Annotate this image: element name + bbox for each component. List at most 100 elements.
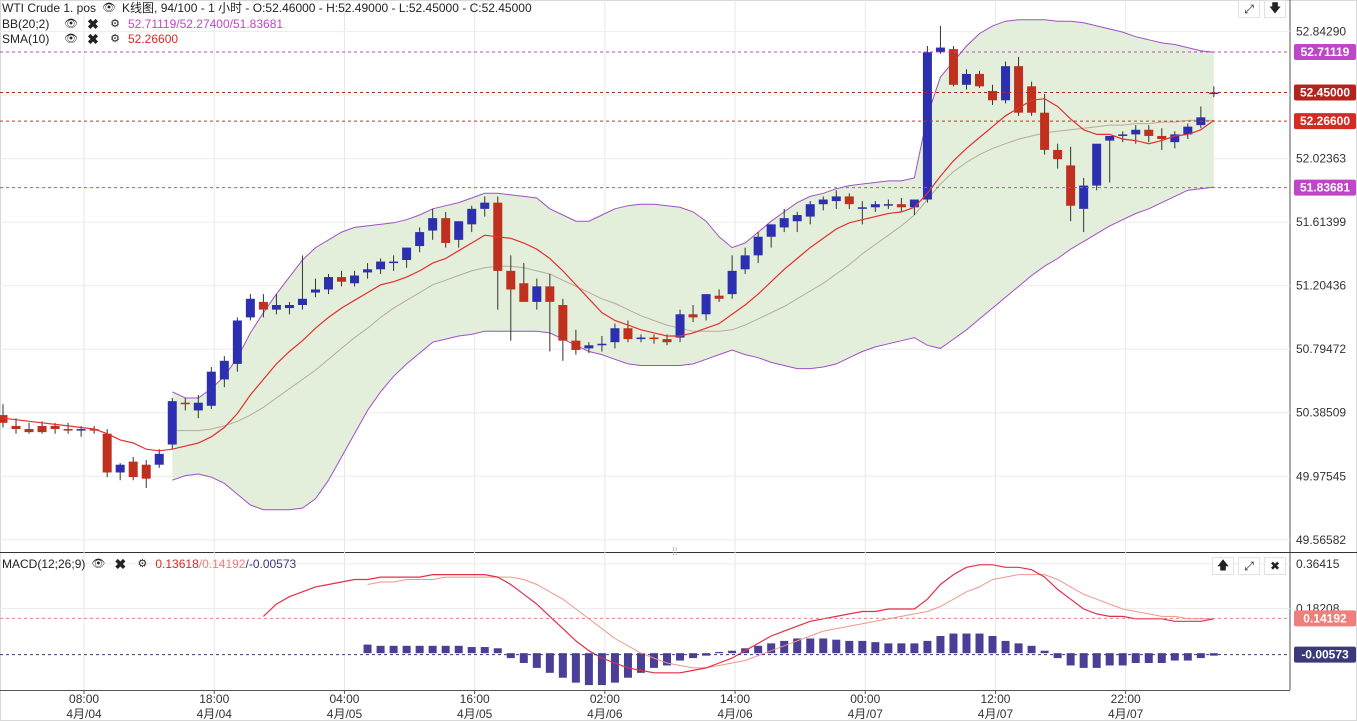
x-tick-time: 12:00 (980, 692, 1010, 706)
macd-histogram-bar (689, 653, 698, 659)
y-tick-label: 50.38509 (1296, 406, 1346, 420)
macd-histogram-bar (623, 653, 632, 678)
bb-label: BB(20;2) (2, 17, 50, 31)
x-tick-date: 4月/06 (587, 707, 623, 721)
y-tick-label: 49.97545 (1296, 469, 1346, 483)
candle-up (1001, 66, 1011, 101)
candle-up (284, 304, 294, 309)
price-tag-label: 52.45000 (1300, 86, 1350, 100)
eye-icon[interactable]: 👁 (100, 1, 118, 15)
candle-down (844, 196, 854, 205)
macd-histogram-bar (845, 640, 854, 654)
candle-down (63, 429, 73, 431)
macd-histogram-bar (949, 633, 958, 654)
candle-up (454, 221, 464, 240)
y-tick-label: 51.20436 (1296, 279, 1346, 293)
candle-up (792, 215, 802, 222)
candle-up (584, 345, 594, 349)
candle-down (662, 339, 672, 343)
macd-histogram-bar (415, 645, 424, 654)
candle-up (376, 261, 386, 270)
x-tick-time: 04:00 (329, 692, 359, 706)
sma-legend: SMA(10) 👁 ✖ ⚙ 52.26600 (2, 31, 178, 47)
candle-up (740, 255, 750, 270)
pane-resize-handle[interactable]: ⁞⁞ (672, 547, 678, 558)
macd-histogram-bar (1079, 653, 1088, 668)
macd-histogram-bar (389, 645, 398, 654)
macd-histogram-bar (584, 653, 593, 686)
move-down-icon[interactable]: 🡇 (1264, 0, 1286, 18)
macd-histogram-bar (832, 639, 841, 654)
macd-histogram-bar (558, 653, 567, 678)
candle-up (532, 286, 542, 302)
candle-down (896, 204, 906, 208)
candle-down (128, 461, 138, 478)
price-tag-label: 52.71119 (1301, 45, 1350, 59)
candle-down (258, 301, 268, 310)
candle-down (102, 433, 112, 473)
signal-value: /0.14192 (198, 557, 246, 571)
instrument-name: WTI Crude 1. pos (2, 1, 97, 15)
eye-icon[interactable]: 👁 (89, 557, 107, 571)
macd-histogram-bar (545, 653, 554, 673)
y-tick-label: 51.61399 (1296, 215, 1346, 229)
bollinger-band-fill (172, 19, 1214, 510)
close-icon[interactable]: ✖ (111, 556, 129, 572)
candle-up (219, 360, 229, 380)
candle-down (37, 425, 47, 433)
macd-histogram-bar (819, 638, 828, 654)
chart-canvas[interactable]: 52.8429052.4332652.0236351.6139951.20436… (0, 0, 1357, 721)
macd-histogram-bar (1196, 653, 1205, 659)
candle-up (1118, 134, 1128, 136)
candle-down (623, 328, 633, 340)
candle-up (1131, 129, 1141, 135)
close-icon[interactable]: ✖ (84, 31, 102, 47)
candle-down (141, 464, 151, 479)
gear-icon[interactable]: ⚙ (133, 557, 151, 571)
candle-up (831, 196, 841, 202)
price-tag-label: 51.83681 (1300, 181, 1350, 195)
expand-icon[interactable]: ⤢ (1238, 0, 1260, 18)
expand-icon[interactable]: ⤢ (1238, 557, 1260, 575)
candle-down (11, 425, 21, 430)
macd-histogram-bar (871, 642, 880, 654)
candle-up (805, 204, 815, 217)
x-tick-time: 14:00 (720, 692, 750, 706)
candle-up (245, 298, 255, 318)
macd-histogram-bar (650, 653, 658, 668)
candle-up (675, 314, 685, 338)
x-tick-date: 4月/07 (848, 707, 884, 721)
candle-up (779, 218, 789, 228)
move-up-icon[interactable]: 🡅 (1212, 557, 1234, 575)
candle-up (727, 270, 737, 295)
x-tick-time: 16:00 (460, 692, 490, 706)
macd-histogram-bar (884, 643, 893, 654)
macd-value-tag-label: -0.00573 (1301, 648, 1349, 662)
price-tag-label: 52.26600 (1300, 114, 1350, 128)
close-pane-icon[interactable]: ✖ (1264, 557, 1286, 575)
candle-down (688, 314, 698, 318)
macd-legend: MACD(12;26;9) 👁 ✖ ⚙ 0.13618/0.14192/-0.0… (2, 556, 296, 572)
candle-up (870, 204, 880, 208)
macd-histogram-bar (610, 653, 619, 683)
candle-up (636, 337, 646, 340)
eye-icon[interactable]: 👁 (62, 32, 80, 46)
candle-up (389, 261, 399, 264)
eye-icon[interactable]: 👁 (62, 17, 80, 31)
x-tick-time: 08:00 (69, 692, 99, 706)
ohlc-info: K线图, 94/100 - 1 小时 - O:52.46000 - H:52.4… (122, 1, 532, 15)
x-tick-time: 02:00 (590, 692, 620, 706)
macd-histogram-bar (532, 653, 541, 668)
candle-up (818, 199, 828, 205)
macd-histogram-bar (962, 633, 971, 654)
macd-histogram-bar (806, 638, 815, 654)
gear-icon[interactable]: ⚙ (106, 32, 124, 46)
candle-down (948, 49, 958, 85)
close-icon[interactable]: ✖ (84, 16, 102, 32)
x-tick-date: 4月/05 (457, 707, 493, 721)
gear-icon[interactable]: ⚙ (106, 17, 124, 31)
x-tick-time: 00:00 (850, 692, 880, 706)
candle-down (519, 283, 529, 302)
macd-histogram-bar (571, 653, 580, 683)
candle-down (50, 425, 60, 430)
